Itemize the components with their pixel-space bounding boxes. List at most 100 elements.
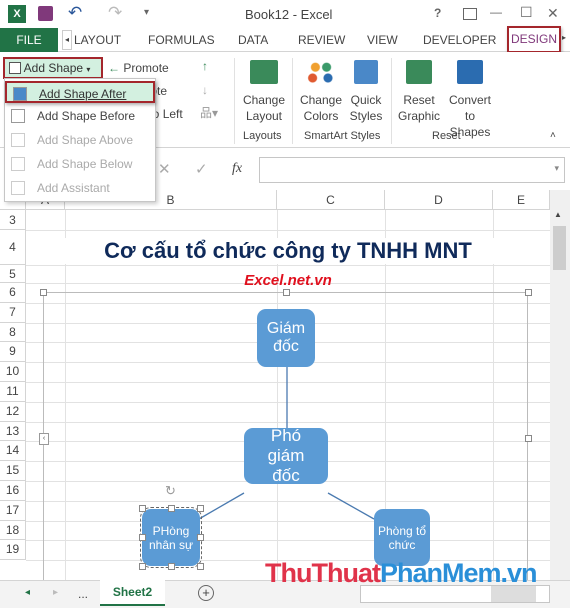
frame-handle[interactable] (525, 435, 532, 442)
redo-icon[interactable]: ↷ (108, 3, 122, 23)
shape-phong-nhan-su[interactable]: PHòng nhân sự (140, 507, 202, 568)
shape-giam-doc[interactable]: Giám đốc (257, 309, 315, 367)
row-header[interactable]: 12 (0, 401, 26, 422)
sheet-prev-icon[interactable]: ◂ (25, 587, 30, 598)
resize-handle[interactable] (197, 563, 204, 570)
smartart-frame[interactable]: Giám đốc Phó giám đốc PHòng nhân sự Phòn… (39, 289, 532, 580)
tab-file[interactable]: FILE (0, 28, 58, 52)
tab-formulas[interactable]: FORMULAS (148, 33, 215, 47)
gridline (26, 265, 550, 266)
watermark-part1: ThuThuat (265, 558, 381, 588)
group-label-layouts: Layouts (243, 130, 282, 142)
change-layout-button[interactable]: Change Layout (240, 60, 288, 124)
sheet-subtitle[interactable]: Excel.net.vn (26, 272, 550, 289)
sheet-more[interactable]: ... (78, 587, 88, 601)
resize-handle[interactable] (139, 563, 146, 570)
frame-handle[interactable] (283, 289, 290, 296)
resize-handle[interactable] (168, 505, 175, 512)
frame-handle[interactable] (525, 289, 532, 296)
maximize-button[interactable]: ☐ (520, 4, 533, 21)
promote-button[interactable]: ← Promote (108, 60, 169, 76)
expand-icon[interactable]: ▾ (554, 163, 559, 174)
move-down-icon[interactable]: ↓ (202, 82, 208, 98)
column-header-c[interactable]: C (277, 190, 385, 210)
row-header[interactable]: 3 (0, 210, 26, 230)
row-header[interactable]: 7 (0, 302, 26, 323)
add-shape-button[interactable]: Add Shape ▾ (3, 57, 103, 79)
undo-icon[interactable]: ↶ (68, 3, 82, 23)
row-header[interactable]: 16 (0, 481, 26, 501)
close-button[interactable]: ✕ (547, 5, 559, 22)
row-header[interactable]: 8 (0, 322, 26, 343)
help-button[interactable]: ? (434, 6, 441, 20)
menu-item-add-shape-after[interactable]: Add Shape After (5, 81, 155, 103)
tab-scroll-left[interactable]: ◂ (62, 30, 72, 50)
frame-handle[interactable] (40, 289, 47, 296)
label: Reset (403, 93, 435, 107)
row-header[interactable]: 14 (0, 441, 26, 462)
tab-layout[interactable]: LAYOUT (74, 33, 121, 47)
shape-pho-giam-doc[interactable]: Phó giám đốc (244, 426, 328, 485)
text-pane-toggle[interactable]: ‹ (39, 433, 49, 445)
row-header[interactable]: 11 (0, 382, 26, 402)
menu-item-add-shape-before[interactable]: Add Shape Before (5, 105, 155, 127)
insert-function-icon[interactable]: fx (232, 161, 242, 177)
column-header-e[interactable]: E (493, 190, 550, 210)
row-header[interactable]: 18 (0, 520, 26, 541)
label: Quick (350, 93, 382, 107)
row-header[interactable]: 4 (0, 230, 26, 265)
add-sheet-button[interactable]: + (198, 585, 214, 601)
resize-handle[interactable] (139, 505, 146, 512)
resize-handle[interactable] (197, 534, 204, 541)
colors-icon (307, 60, 335, 84)
row-header[interactable]: 19 (0, 540, 26, 561)
convert-to-shapes-button[interactable]: Convert to Shapes (443, 60, 497, 140)
tab-view[interactable]: VIEW (367, 33, 398, 47)
move-up-icon[interactable]: ↑ (202, 58, 208, 74)
collapse-ribbon-icon[interactable]: ˄ (550, 130, 556, 141)
scroll-thumb[interactable] (553, 226, 566, 270)
resize-handle[interactable] (168, 563, 175, 570)
add-shape-menu: Add Shape After Add Shape Before Add Sha… (4, 78, 156, 202)
cancel-icon[interactable]: ✕ (158, 160, 171, 178)
tab-review[interactable]: REVIEW (298, 33, 345, 47)
group-label-reset: Reset (432, 130, 461, 142)
minimize-button[interactable]: — (490, 5, 502, 19)
change-colors-button[interactable]: Change Colors (297, 60, 345, 124)
row-header[interactable]: 10 (0, 362, 26, 382)
vertical-scrollbar[interactable]: ▲ (550, 190, 570, 580)
resize-handle[interactable] (197, 505, 204, 512)
sheet-title[interactable]: Cơ cấu tổ chức công ty TNHH MNT (26, 238, 550, 264)
tab-data[interactable]: DATA (238, 33, 268, 47)
reset-graphic-button[interactable]: Reset Graphic (396, 60, 442, 124)
title-bar: X ↶ ↷ ▾ Book12 - Excel ? — ☐ ✕ (0, 0, 570, 28)
tab-design[interactable]: DESIGN (507, 26, 561, 53)
column-header-d[interactable]: D (385, 190, 493, 210)
quick-styles-button[interactable]: Quick Styles (344, 60, 388, 124)
save-icon[interactable] (38, 6, 53, 21)
ribbon-display-icon[interactable] (463, 8, 477, 20)
customize-qat-icon[interactable]: ▾ (144, 7, 149, 18)
group-label-smartart-styles: SmartArt Styles (304, 130, 381, 142)
row-header[interactable]: 6 (0, 283, 26, 303)
formula-input[interactable]: ▾ (259, 157, 565, 183)
row-header[interactable]: 17 (0, 500, 26, 521)
tab-developer[interactable]: DEVELOPER (423, 33, 496, 47)
layout-org-icon[interactable]: 品▾ (200, 105, 218, 121)
sheet-next-icon[interactable]: ▸ (53, 587, 58, 598)
resize-handle[interactable] (139, 534, 146, 541)
row-header[interactable]: 13 (0, 421, 26, 442)
worksheet-grid[interactable]: A B C D E 345678910111213141516171819 Cơ… (0, 190, 550, 580)
row-header[interactable]: 9 (0, 342, 26, 363)
menu-label: Add Assistant (37, 181, 110, 195)
sheet-tab-sheet2[interactable]: Sheet2 (100, 580, 165, 606)
row-header[interactable]: 5 (0, 265, 26, 283)
scroll-up-icon[interactable]: ▲ (554, 210, 562, 219)
row-header[interactable]: 15 (0, 461, 26, 481)
divider (292, 58, 293, 144)
label: Graphic (397, 109, 441, 123)
tab-scroll-right[interactable]: ▸ (562, 33, 566, 42)
enter-icon[interactable]: ✓ (195, 160, 208, 178)
tab-label: FILE (16, 33, 42, 47)
rotate-handle-icon[interactable]: ↻ (165, 483, 176, 499)
